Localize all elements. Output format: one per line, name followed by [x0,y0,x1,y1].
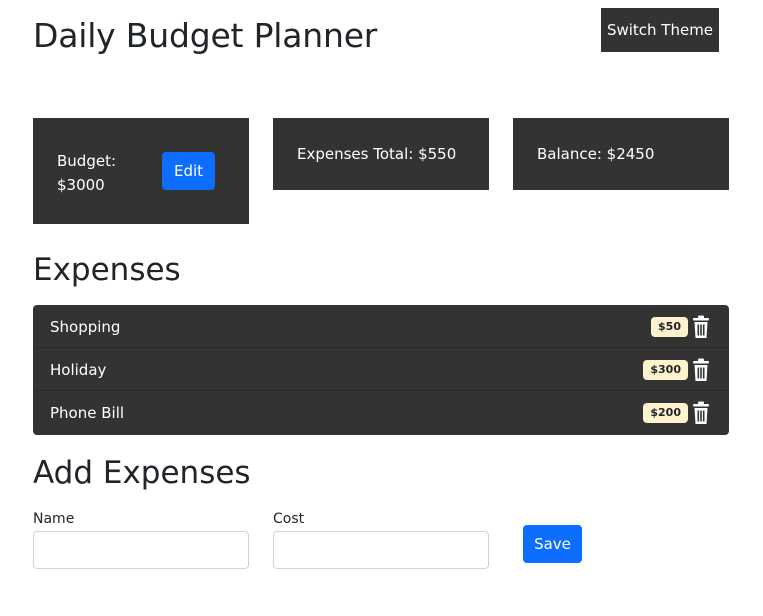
cost-input[interactable] [273,531,489,569]
add-expenses-heading: Add Expenses [33,455,251,491]
expenses-heading: Expenses [33,252,181,288]
trash-icon[interactable] [690,358,712,382]
expenses-total-value: Expenses Total: $550 [297,145,457,163]
expense-name: Shopping [50,318,121,336]
expense-list: Shopping $50 Holiday $300 Phone Bill $20… [33,305,729,435]
balance-value: Balance: $2450 [537,145,655,163]
cost-label: Cost [273,511,305,527]
list-item: Shopping $50 [33,305,729,348]
budget-value: Budget: $3000 [57,152,117,194]
expense-name: Holiday [50,361,107,379]
edit-budget-button[interactable]: Edit [162,152,215,190]
budget-card: Budget: $3000 Edit [33,118,249,224]
name-label: Name [33,511,75,527]
expense-actions: $50 [651,315,712,339]
expense-name: Phone Bill [50,404,125,422]
budget-planner-page: Daily Budget Planner Switch Theme Budget… [0,0,763,616]
name-input[interactable] [33,531,249,569]
cost-badge: $300 [643,360,688,380]
cost-badge: $50 [651,317,688,337]
cost-badge: $200 [643,403,688,423]
balance-card: Balance: $2450 [513,118,729,190]
save-button[interactable]: Save [523,525,582,563]
list-item: Phone Bill $200 [33,391,729,434]
expenses-total-card: Expenses Total: $550 [273,118,489,190]
page-title: Daily Budget Planner [33,16,378,55]
expense-actions: $300 [643,358,712,382]
expense-actions: $200 [643,401,712,425]
switch-theme-button[interactable]: Switch Theme [601,8,719,52]
trash-icon[interactable] [690,315,712,339]
list-item: Holiday $300 [33,348,729,391]
trash-icon[interactable] [690,401,712,425]
